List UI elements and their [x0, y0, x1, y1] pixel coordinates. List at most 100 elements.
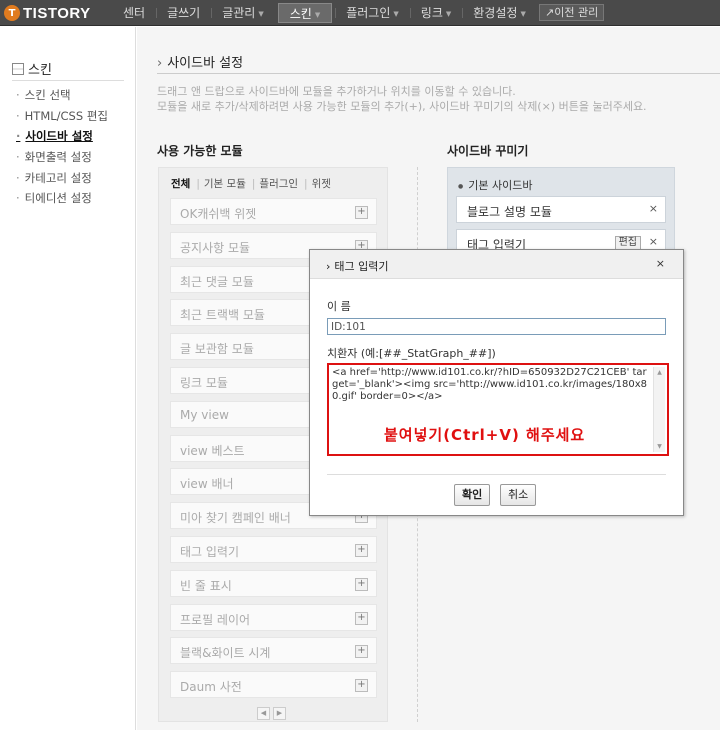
sidebar-item-5[interactable]: 티에디션 설정: [16, 188, 108, 209]
textarea-scrollbar[interactable]: ▲ ▼: [653, 367, 665, 452]
chevron-down-icon: ▼: [314, 10, 321, 19]
nav-item-label: 링크: [420, 6, 443, 20]
remove-icon[interactable]: ×: [649, 202, 658, 215]
tag-input-dialog: 태그 입력기 × 이 름 치환자 (예:[##_StatGraph_##]) <…: [309, 249, 684, 516]
module-label: 공지사항 모듈: [180, 240, 251, 255]
replacement-label: 치환자 (예:[##_StatGraph_##]): [327, 347, 496, 360]
sidebar-item-1[interactable]: HTML/CSS 편집: [16, 106, 108, 127]
logo-mark-icon: T: [4, 5, 20, 21]
module-item[interactable]: 태그 입력기 +: [170, 536, 377, 563]
module-item[interactable]: OK캐쉬백 위젯 +: [170, 198, 377, 225]
module-label: view 베스트: [180, 443, 245, 458]
edit-button[interactable]: 편집: [614, 236, 641, 250]
logo-text: TISTORY: [23, 4, 91, 22]
add-icon[interactable]: +: [355, 577, 368, 591]
add-icon[interactable]: +: [355, 206, 368, 219]
module-label: 블랙&화이트 시계: [180, 646, 271, 661]
filter-tab-1[interactable]: 기본 모듈: [204, 178, 246, 190]
module-label: 미아 찾기 캠페인 배너: [180, 511, 291, 526]
module-item[interactable]: Daum 사전 +: [170, 671, 377, 699]
replacement-code-textarea[interactable]: <a href='http://www.id101.co.kr/?hID=650…: [327, 363, 669, 456]
close-icon[interactable]: ×: [656, 257, 665, 270]
pager-prev-button[interactable]: ◀: [257, 707, 270, 720]
sidebar-module-item[interactable]: 블로그 설명 모듈 ×: [456, 196, 666, 223]
module-filter-tabs: 전체 | 기본 모듈 | 플러그인 | 위젯: [171, 176, 333, 191]
module-label: 최근 댓글 모듈: [180, 274, 254, 289]
sidebar-item-3[interactable]: 화면출력 설정: [16, 147, 108, 168]
filter-tab-0[interactable]: 전체: [171, 178, 190, 190]
sidebar-title-label: 스킨: [28, 63, 52, 78]
main-nav: 센터 글쓰기 글관리 ▼ 스킨 ▼ 플러그인 ▼ 링크 ▼ 환경설정 ▼: [112, 0, 537, 26]
module-item[interactable]: 블랙&화이트 시계 +: [170, 637, 377, 665]
sidebar-decorate-title: 사이드바 꾸미기: [447, 144, 529, 158]
nav-item-label: 스킨: [289, 7, 312, 21]
prev-admin-button[interactable]: ↗이전 관리: [539, 4, 605, 21]
sidebar-item-0[interactable]: 스킨 선택: [16, 85, 108, 106]
nav-item-5[interactable]: 링크 ▼: [409, 0, 462, 26]
nav-item-3[interactable]: 스킨 ▼: [277, 3, 333, 23]
module-label: 링크 모듈: [180, 376, 228, 390]
sidebar-module-label: 블로그 설명 모듈: [467, 205, 552, 219]
nav-item-1[interactable]: 글쓰기: [156, 0, 211, 26]
sidebar-title: 스킨: [12, 57, 124, 81]
name-label: 이 름: [327, 300, 351, 313]
nav-item-label: 센터: [123, 6, 146, 20]
filter-separator: |: [251, 178, 256, 190]
module-pager: ◀ ▶: [257, 707, 286, 720]
module-label: 글 보관함 모듈: [180, 342, 254, 357]
nav-item-label: 플러그인: [346, 6, 391, 20]
nav-item-label: 글쓰기: [167, 6, 201, 20]
scroll-down-icon[interactable]: ▼: [654, 441, 665, 452]
add-icon[interactable]: +: [355, 679, 368, 693]
add-icon[interactable]: +: [355, 544, 368, 557]
cancel-button[interactable]: 취소: [500, 484, 537, 506]
description-line-2: 모듈을 새로 추가/삭제하려면 사용 가능한 모듈의 추가(+), 사이드바 꾸…: [157, 100, 647, 113]
dialog-header[interactable]: 태그 입력기 ×: [310, 250, 683, 279]
top-nav-bar: T TISTORY 센터 글쓰기 글관리 ▼ 스킨 ▼ 플러그인 ▼ 링크 ▼ 환경설정 ▼ ↗이전 …: [0, 0, 720, 26]
module-item[interactable]: 프로필 레이어 +: [170, 603, 377, 631]
filter-separator: |: [196, 178, 200, 190]
filter-tab-2[interactable]: 플러그인: [259, 178, 298, 190]
module-label: OK캐쉬백 위젯: [180, 207, 257, 221]
filter-tab-3[interactable]: 위젯: [312, 178, 331, 190]
chevron-down-icon: ▼: [520, 9, 526, 18]
nav-item-label: 글관리: [222, 6, 256, 20]
nav-item-4[interactable]: 플러그인 ▼: [335, 0, 410, 26]
add-icon[interactable]: +: [355, 611, 368, 625]
nav-item-6[interactable]: 환경설정 ▼: [462, 0, 537, 26]
skin-icon: [12, 62, 24, 75]
dialog-divider: [327, 474, 666, 475]
paste-instruction-annotation: 붙여넣기(Ctrl+V) 해주세요: [384, 426, 586, 444]
default-sidebar-label: 기본 사이드바: [458, 177, 532, 193]
tistory-logo[interactable]: T TISTORY: [4, 3, 91, 23]
dialog-title: 태그 입력기: [326, 258, 388, 274]
chevron-down-icon: ▼: [445, 9, 452, 18]
module-label: Daum 사전: [180, 680, 242, 695]
module-label: 빈 줄 표시: [180, 578, 232, 593]
module-label: 프로필 레이어: [180, 612, 251, 627]
nav-item-label: 환경설정: [473, 6, 518, 20]
sidebar-menu: 스킨 선택HTML/CSS 편집사이드바 설정화면출력 설정카테고리 설정티에디…: [16, 85, 108, 209]
remove-icon[interactable]: ×: [649, 235, 658, 248]
nav-item-0[interactable]: 센터: [112, 0, 156, 26]
add-icon[interactable]: +: [355, 645, 368, 659]
title-divider: [157, 73, 720, 74]
module-label: 최근 트랙백 모듈: [180, 308, 265, 323]
nav-item-2[interactable]: 글관리 ▼: [211, 0, 275, 26]
available-modules-title: 사용 가능한 모듈: [157, 144, 243, 158]
sidebar-item-4[interactable]: 카테고리 설정: [16, 168, 108, 189]
module-label: 태그 입력기: [180, 545, 240, 559]
description-line-1: 드래그 앤 드랍으로 사이드바에 모듈을 추가하거나 위치를 이동할 수 있습니…: [157, 85, 516, 98]
chevron-down-icon: ▼: [393, 9, 399, 18]
code-text: <a href='http://www.id101.co.kr/?hID=650…: [332, 367, 648, 402]
name-input[interactable]: [327, 318, 666, 335]
page-title: 사이드바 설정: [157, 52, 243, 71]
ok-button[interactable]: 확인: [454, 484, 491, 506]
pager-next-button[interactable]: ▶: [273, 707, 286, 720]
chevron-down-icon: ▼: [258, 9, 264, 18]
sidebar-item-2[interactable]: 사이드바 설정: [16, 126, 108, 147]
module-item[interactable]: 빈 줄 표시 +: [170, 569, 377, 597]
module-label: My view: [180, 407, 229, 422]
left-sidebar: 스킨 스킨 선택HTML/CSS 편집사이드바 설정화면출력 설정카테고리 설정…: [0, 27, 136, 730]
scroll-up-icon[interactable]: ▲: [654, 367, 665, 378]
